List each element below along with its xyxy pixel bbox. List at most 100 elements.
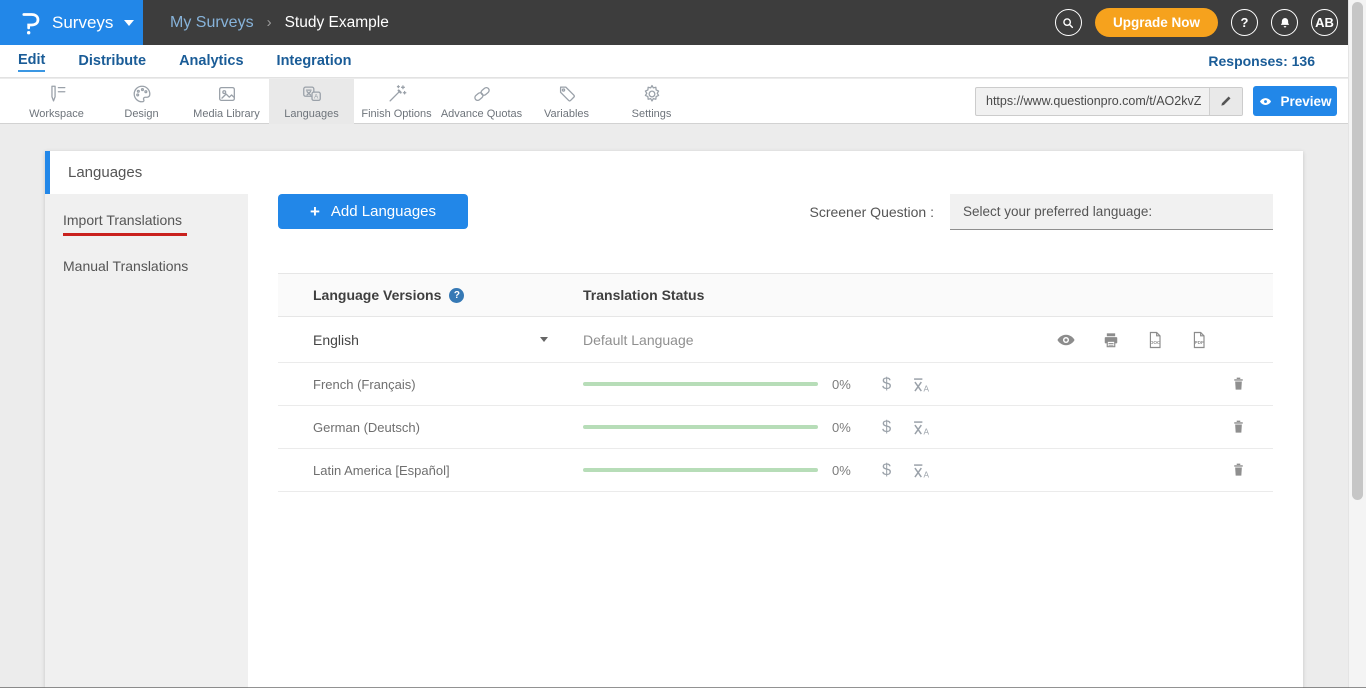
language-row-french: French (Français) 0% $ A [278, 363, 1273, 406]
toolbar-tab-workspace[interactable]: Workspace [14, 79, 99, 124]
tag-icon [556, 83, 578, 105]
pdf-file-icon: PDF [1189, 329, 1209, 351]
paid-translation-button[interactable]: $ [882, 461, 891, 480]
add-languages-button[interactable]: + Add Languages [278, 194, 468, 229]
column-header-language-versions: Language Versions [313, 287, 441, 303]
responses-count[interactable]: Responses: 136 [1208, 53, 1315, 69]
languages-content: + Add Languages Screener Question : Sele… [248, 151, 1303, 688]
sidebar: Languages Import Translations Manual Tra… [45, 151, 248, 688]
screener-question-row: Screener Question : Select your preferre… [809, 194, 1273, 230]
trash-icon [1230, 375, 1247, 393]
help-button[interactable]: ? [1231, 9, 1258, 36]
export-doc-button[interactable]: DOC [1145, 329, 1165, 351]
notifications-button[interactable] [1271, 9, 1298, 36]
language-status: Default Language [583, 332, 694, 348]
tab-analytics[interactable]: Analytics [179, 51, 243, 71]
view-survey-button[interactable] [1055, 329, 1077, 351]
avatar-initials: AB [1315, 15, 1334, 30]
surveys-menu[interactable]: Surveys [0, 0, 143, 45]
scrollbar[interactable] [1348, 0, 1366, 688]
screener-question-label: Screener Question : [809, 204, 934, 220]
edit-url-button[interactable] [1209, 88, 1242, 115]
sidebar-item-languages[interactable]: Languages [45, 151, 248, 194]
tab-integration[interactable]: Integration [277, 51, 352, 71]
search-icon [1061, 16, 1075, 30]
chevron-down-icon [124, 20, 134, 26]
auto-translate-button[interactable]: A [911, 417, 932, 438]
paid-translation-button[interactable]: $ [882, 375, 891, 394]
sidebar-panel: Import Translations Manual Translations [45, 194, 248, 688]
column-header-translation-status: Translation Status [583, 287, 704, 303]
toolbar-tab-settings[interactable]: Settings [609, 79, 694, 124]
toolbar-tab-advance-quotas[interactable]: Advance Quotas [439, 79, 524, 124]
toolbar-tab-design[interactable]: Design [99, 79, 184, 124]
percent-label: 0% [832, 420, 860, 435]
language-row-german: German (Deutsch) 0% $ A [278, 406, 1273, 449]
survey-url-input[interactable] [976, 94, 1209, 108]
editor-toolbar: Workspace Design Media Library A Languag… [0, 79, 1366, 124]
translation-progress-bar [583, 468, 818, 472]
svg-text:A: A [924, 469, 930, 479]
toolbar-tab-variables[interactable]: Variables [524, 79, 609, 124]
pencil-icon [1219, 94, 1233, 108]
delete-language-button[interactable] [1230, 418, 1247, 436]
bell-icon [1278, 16, 1292, 30]
auto-translate-button[interactable]: A [911, 374, 932, 395]
export-pdf-button[interactable]: PDF [1189, 329, 1209, 351]
svg-text:A: A [313, 93, 318, 100]
question-mark-icon: ? [1241, 15, 1249, 30]
topbar-actions: Upgrade Now ? AB [1055, 8, 1366, 37]
translation-progress-bar [583, 382, 818, 386]
auto-translate-button[interactable]: A [911, 460, 932, 481]
paid-translation-button[interactable]: $ [882, 418, 891, 437]
svg-text:A: A [924, 383, 930, 393]
questionpro-logo-icon [21, 10, 42, 36]
languages-card: Languages Import Translations Manual Tra… [45, 151, 1303, 688]
preview-button[interactable]: Preview [1253, 86, 1337, 116]
language-row-spanish: Latin America [Español] 0% $ A [278, 449, 1273, 492]
chain-links-icon [471, 83, 493, 105]
language-versions-table: Language Versions ? Translation Status E… [278, 273, 1273, 492]
svg-text:PDF: PDF [1195, 340, 1204, 345]
translate-icon: A [911, 374, 932, 395]
tab-distribute[interactable]: Distribute [78, 51, 146, 71]
translate-icon: A [911, 460, 932, 481]
language-name: Latin America [Español] [313, 463, 450, 478]
trash-icon [1230, 461, 1247, 479]
scrollbar-thumb[interactable] [1352, 2, 1363, 500]
eye-icon [1055, 329, 1077, 351]
printer-icon [1101, 330, 1121, 350]
screener-question-select[interactable]: Select your preferred language: [950, 194, 1273, 230]
trash-icon [1230, 418, 1247, 436]
avatar[interactable]: AB [1311, 9, 1338, 36]
translation-progress-bar [583, 425, 818, 429]
breadcrumb-current: Study Example [285, 14, 389, 32]
delete-language-button[interactable] [1230, 461, 1247, 479]
language-name: English [313, 332, 359, 348]
percent-label: 0% [832, 463, 860, 478]
tab-edit[interactable]: Edit [18, 50, 45, 72]
breadcrumb-my-surveys[interactable]: My Surveys [170, 14, 254, 32]
magic-wand-icon [386, 83, 408, 105]
print-button[interactable] [1101, 330, 1121, 350]
help-circle-icon[interactable]: ? [449, 288, 464, 303]
surveys-menu-label: Surveys [52, 13, 113, 33]
palette-icon [131, 83, 153, 105]
toolbar-tab-finish-options[interactable]: Finish Options [354, 79, 439, 124]
toolbar-tab-media-library[interactable]: Media Library [184, 79, 269, 124]
default-row-actions: DOC PDF [1055, 329, 1209, 351]
delete-language-button[interactable] [1230, 375, 1247, 393]
eye-icon [1258, 94, 1273, 109]
search-button[interactable] [1055, 9, 1082, 36]
topbar: Surveys My Surveys › Study Example Upgra… [0, 0, 1366, 45]
toolbar-tab-languages[interactable]: A Languages [269, 79, 354, 124]
sidebar-item-import-translations[interactable]: Import Translations [45, 202, 248, 230]
workspace-icon [46, 83, 68, 105]
image-icon [216, 83, 238, 105]
dropdown-caret-icon[interactable] [540, 337, 548, 342]
sidebar-item-manual-translations[interactable]: Manual Translations [45, 242, 248, 276]
breadcrumb: My Surveys › Study Example [170, 14, 389, 32]
upgrade-now-button[interactable]: Upgrade Now [1095, 8, 1218, 37]
page-background: Languages Import Translations Manual Tra… [0, 125, 1366, 688]
svg-text:A: A [924, 426, 930, 436]
